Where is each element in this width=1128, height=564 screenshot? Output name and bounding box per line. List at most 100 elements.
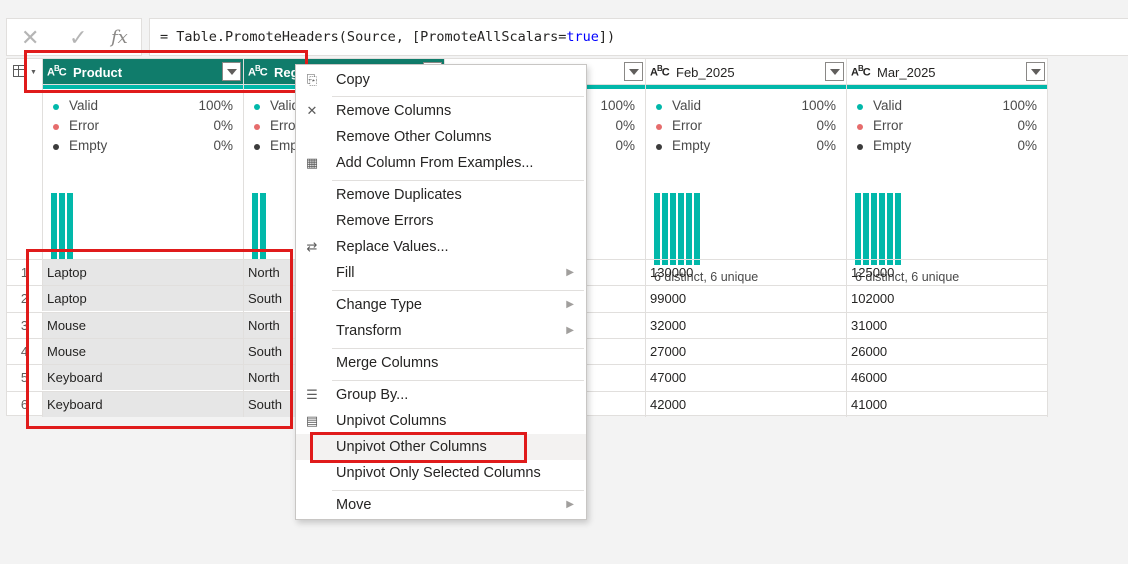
- commit-icon[interactable]: ✓: [69, 25, 87, 51]
- submenu-arrow-icon: ▶: [566, 499, 574, 510]
- distribution-bar: [895, 193, 901, 265]
- menu-item-merge-columns[interactable]: Merge Columns: [296, 350, 586, 376]
- profile-label: Empty: [69, 138, 108, 153]
- row-number[interactable]: 2: [7, 285, 43, 312]
- filter-dropdown-button[interactable]: [825, 62, 844, 81]
- menu-separator: [332, 348, 584, 349]
- text-type-icon[interactable]: ABC: [47, 64, 67, 79]
- submenu-arrow-icon: ▶: [566, 267, 574, 278]
- menu-item-unpivot-columns[interactable]: ▤ Unpivot Columns: [296, 408, 586, 434]
- menu-item-group-by-[interactable]: ☰ Group By...: [296, 382, 586, 408]
- table-cell[interactable]: 41000: [847, 390, 1047, 417]
- profile-label: Valid: [873, 98, 903, 113]
- distribution-bar: [662, 193, 668, 265]
- table-cell[interactable]: 46000: [847, 364, 1047, 390]
- menu-item-label: Fill: [336, 265, 355, 281]
- distribution-bar: [252, 193, 258, 265]
- menu-item-unpivot-other-columns[interactable]: Unpivot Other Columns: [296, 434, 586, 460]
- table-cell[interactable]: 99000: [646, 285, 846, 311]
- table-cell[interactable]: 102000: [847, 285, 1047, 311]
- table-cell[interactable]: 42000: [646, 390, 846, 417]
- table-cell[interactable]: Mouse: [43, 337, 243, 364]
- row-number[interactable]: 4: [7, 337, 43, 364]
- row-number[interactable]: 6: [7, 390, 43, 417]
- table-cell[interactable]: 125000: [847, 259, 1047, 285]
- menu-item-remove-duplicates[interactable]: Remove Duplicates: [296, 182, 586, 208]
- profile-empty: Empty 0%: [53, 138, 233, 156]
- filter-dropdown-button[interactable]: [1026, 62, 1045, 81]
- menu-item-replace-values-[interactable]: ⇄ Replace Values...: [296, 234, 586, 260]
- fx-icon[interactable]: fx: [111, 25, 128, 51]
- profile-value: 100%: [1002, 98, 1037, 113]
- row-number[interactable]: 5: [7, 364, 43, 391]
- table-menu-caret-icon[interactable]: ▼: [30, 69, 37, 76]
- menu-separator: [332, 490, 584, 491]
- table-cell[interactable]: Laptop: [43, 285, 243, 312]
- text-type-icon[interactable]: ABC: [650, 64, 670, 79]
- empty-dot-icon: [656, 144, 662, 150]
- menu-item-label: Add Column From Examples...: [336, 155, 534, 171]
- profile-valid: Valid 100%: [857, 98, 1037, 116]
- table-cell[interactable]: 130000: [646, 259, 846, 285]
- menu-item-label: Remove Duplicates: [336, 187, 462, 203]
- submenu-arrow-icon: ▶: [566, 325, 574, 336]
- table-corner[interactable]: ▼: [7, 59, 43, 259]
- column-header[interactable]: ABC Product: [43, 59, 243, 85]
- column-header[interactable]: ABC Feb_2025: [646, 59, 846, 85]
- table-cell[interactable]: 31000: [847, 311, 1047, 338]
- distribution-bar: [59, 193, 65, 265]
- row-number[interactable]: 1: [7, 259, 43, 285]
- column-header[interactable]: ABC Mar_2025: [847, 59, 1047, 85]
- profile-value: 0%: [1017, 118, 1037, 133]
- text-type-icon[interactable]: ABC: [248, 64, 268, 79]
- column-product: ABC Product Valid 100% Error 0% Empty 0%…: [43, 59, 244, 417]
- profile-value: 0%: [615, 138, 635, 153]
- cancel-icon[interactable]: ✕: [21, 25, 39, 51]
- table-cell[interactable]: 27000: [646, 337, 846, 364]
- menu-item-label: Replace Values...: [336, 239, 449, 255]
- profile-label: Error: [672, 118, 702, 133]
- menu-item-fill[interactable]: Fill ▶: [296, 260, 586, 286]
- table-icon[interactable]: [13, 65, 27, 77]
- column-name: Product: [73, 65, 123, 80]
- table-cell[interactable]: Mouse: [43, 311, 243, 338]
- column-profile: Valid 100% Error 0% Empty 0% 6 distinct,…: [646, 89, 846, 284]
- menu-item-remove-columns[interactable]: ✕ Remove Columns: [296, 98, 586, 124]
- menu-item-transform[interactable]: Transform ▶: [296, 318, 586, 344]
- table-cell[interactable]: Keyboard: [43, 390, 243, 417]
- menu-item-change-type[interactable]: Change Type ▶: [296, 292, 586, 318]
- column-name: Feb_2025: [676, 65, 735, 80]
- valid-dot-icon: [656, 104, 662, 110]
- table-cell[interactable]: Keyboard: [43, 364, 243, 391]
- copy-icon: ⎘: [306, 72, 318, 87]
- row-number[interactable]: 3: [7, 311, 43, 338]
- formula-input[interactable]: = Table.PromoteHeaders(Source, [PromoteA…: [149, 18, 1128, 56]
- table-cell[interactable]: Laptop: [43, 259, 243, 285]
- profile-value: 100%: [600, 98, 635, 113]
- profile-label: Error: [873, 118, 903, 133]
- formula-keyword: true: [566, 29, 599, 45]
- menu-item-remove-other-columns[interactable]: Remove Other Columns: [296, 124, 586, 150]
- formula-buttons: ✕ ✓ fx: [6, 18, 142, 56]
- menu-separator: [332, 180, 584, 181]
- menu-item-add-column-from-examples-[interactable]: ▦ Add Column From Examples...: [296, 150, 586, 176]
- menu-item-move[interactable]: Move ▶: [296, 492, 586, 518]
- table-cell[interactable]: 26000: [847, 337, 1047, 364]
- distribution-bar: [855, 193, 861, 265]
- menu-item-label: Unpivot Columns: [336, 413, 447, 429]
- column-profile: Valid 100% Error 0% Empty 0% 3 distinct,…: [43, 89, 243, 284]
- table-cell[interactable]: 32000: [646, 311, 846, 338]
- menu-item-copy[interactable]: ⎘ Copy: [296, 67, 586, 93]
- distribution-bar: [863, 193, 869, 265]
- filter-dropdown-button[interactable]: [624, 62, 643, 81]
- filter-dropdown-button[interactable]: [222, 62, 241, 81]
- menu-item-label: Change Type: [336, 297, 422, 313]
- valid-dot-icon: [857, 104, 863, 110]
- table-cell[interactable]: 47000: [646, 364, 846, 390]
- menu-item-label: Move: [336, 497, 372, 513]
- text-type-icon[interactable]: ABC: [851, 64, 871, 79]
- menu-item-remove-errors[interactable]: Remove Errors: [296, 208, 586, 234]
- menu-item-unpivot-only-selected-columns[interactable]: Unpivot Only Selected Columns: [296, 460, 586, 486]
- menu-separator: [332, 290, 584, 291]
- profile-label: Valid: [672, 98, 702, 113]
